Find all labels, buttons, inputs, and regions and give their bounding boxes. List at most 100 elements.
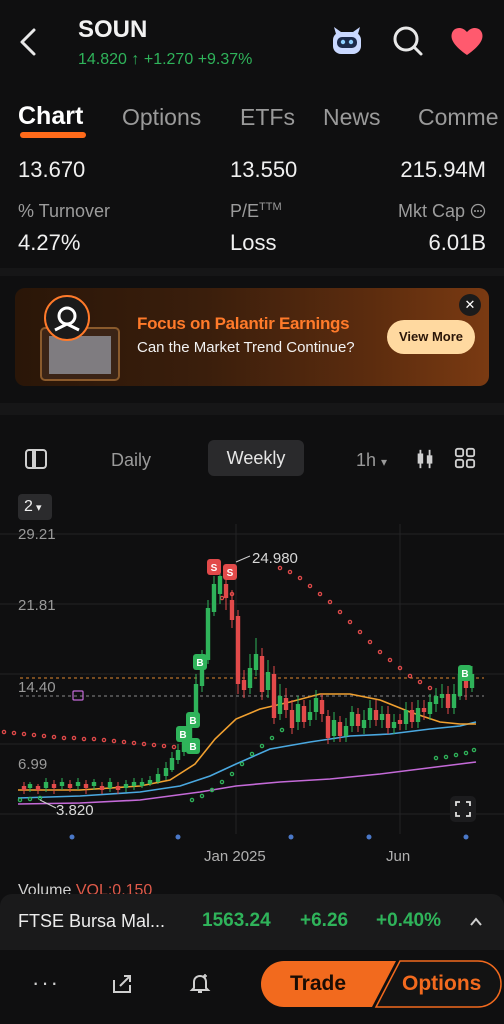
- candle-body: [289, 710, 295, 728]
- svg-text:B: B: [461, 669, 468, 680]
- sidebar-toggle-icon[interactable]: [24, 447, 48, 471]
- candle-body: [265, 672, 271, 690]
- candle-body: [397, 720, 403, 724]
- sell-signal-marker: S: [223, 564, 237, 580]
- buy-signal-marker: B: [186, 738, 200, 754]
- candle-body: [169, 758, 175, 770]
- alert-bell-icon[interactable]: [188, 970, 212, 996]
- price-change: +1.270: [143, 51, 194, 68]
- heart-icon[interactable]: [448, 22, 486, 60]
- candle-body: [75, 782, 81, 786]
- price-chart[interactable]: S S B B B B B 24.980 3.820 29.21 21.81 1…: [0, 524, 504, 884]
- low-price-label: 3.820: [56, 802, 94, 819]
- period-weekly[interactable]: Weekly: [208, 440, 304, 476]
- stat-mktcap: 6.01B: [428, 230, 487, 255]
- stat-mktcap-label[interactable]: Mkt Cap: [398, 201, 486, 222]
- candle-body: [271, 674, 277, 718]
- promo-banner[interactable]: Focus on Palantir Earnings Can the Marke…: [15, 288, 489, 386]
- high-price-label: 24.980: [252, 550, 298, 567]
- options-button[interactable]: Options: [402, 972, 481, 996]
- index-change-pct: +0.40%: [376, 910, 441, 931]
- candle-body: [349, 712, 355, 726]
- section-divider: [0, 268, 504, 276]
- candle-body: [59, 782, 65, 786]
- candle-body: [259, 656, 265, 692]
- candle-body: [343, 726, 349, 736]
- tab-etfs[interactable]: ETFs: [240, 104, 295, 131]
- svg-text:B: B: [179, 730, 186, 741]
- palantir-logo-icon: [40, 295, 120, 381]
- stat-turnover-label: % Turnover: [18, 201, 111, 221]
- stat-turnover: 4.27%: [18, 230, 81, 255]
- banner-close-button[interactable]: ✕: [459, 294, 481, 316]
- candle-body: [313, 698, 319, 712]
- svg-text:B: B: [189, 716, 196, 727]
- candle-body: [301, 706, 307, 722]
- candle-body: [107, 782, 113, 788]
- x-tick-label: Jun: [386, 848, 410, 865]
- candle-body: [247, 668, 253, 688]
- tab-comments[interactable]: Comme: [418, 104, 499, 131]
- price-change-pct: +9.37%: [197, 51, 253, 68]
- share-icon[interactable]: [110, 972, 134, 996]
- candle-body: [295, 704, 301, 722]
- tab-options[interactable]: Options: [122, 104, 201, 131]
- back-arrow-icon[interactable]: [14, 24, 44, 60]
- view-more-button[interactable]: View More: [387, 320, 475, 354]
- price-quote: 14.820 ↑ +1.270 +9.37%: [78, 51, 252, 69]
- y-tick-label: 6.99: [18, 756, 47, 773]
- buy-signal-marker: B: [186, 712, 200, 728]
- trade-button[interactable]: Trade: [290, 972, 346, 996]
- candle-body: [283, 698, 289, 710]
- index-change: +6.26: [300, 910, 349, 931]
- stat-pe: Loss: [230, 230, 277, 255]
- fullscreen-icon[interactable]: [450, 796, 476, 822]
- search-icon[interactable]: [389, 22, 427, 60]
- candle-body: [229, 600, 235, 620]
- buy-signal-marker: B: [193, 654, 207, 670]
- layout-grid-icon[interactable]: [454, 447, 476, 469]
- candle-body: [403, 710, 409, 724]
- sell-signal-marker: S: [207, 559, 221, 575]
- candlestick-type-icon[interactable]: [414, 447, 436, 471]
- svg-text:S: S: [227, 568, 234, 579]
- more-icon[interactable]: ···: [32, 970, 60, 996]
- last-price: 14.820: [78, 51, 127, 68]
- candle-body: [385, 714, 391, 728]
- candle-body: [409, 710, 415, 722]
- chevron-up-icon[interactable]: [468, 914, 484, 930]
- candle-body: [175, 750, 181, 760]
- candle-body: [211, 584, 217, 612]
- tab-news[interactable]: News: [323, 104, 381, 131]
- candle-body: [43, 782, 49, 788]
- candle-body: [337, 722, 343, 736]
- candle-body: [373, 710, 379, 720]
- ticker-symbol: SOUN: [78, 16, 148, 43]
- info-circle-icon[interactable]: [470, 203, 486, 219]
- candle-body: [253, 654, 259, 670]
- candle-body: [415, 708, 421, 722]
- candle-body: [391, 722, 397, 728]
- stat-volume: 215.94M: [400, 157, 486, 182]
- stat-pe-label: P/ETTM: [230, 201, 282, 221]
- candle-body: [427, 702, 433, 714]
- period-1h[interactable]: 1h ▾: [356, 450, 387, 471]
- candle-body: [235, 616, 241, 684]
- indicator-level-dropdown[interactable]: 2 ▾: [18, 494, 52, 520]
- candle-body: [307, 712, 313, 720]
- candle-body: [439, 694, 445, 698]
- robot-assistant-icon[interactable]: [328, 22, 366, 60]
- candle-body: [123, 784, 129, 788]
- candle-body: [355, 714, 361, 726]
- candle-body: [51, 784, 57, 788]
- candle-body: [277, 696, 283, 714]
- up-arrow-icon: ↑: [131, 51, 140, 68]
- market-ticker-strip[interactable]: FTSE Bursa Mal... 1563.24 +6.26 +0.40%: [0, 894, 504, 950]
- period-daily[interactable]: Daily: [111, 450, 151, 471]
- candle-body: [21, 786, 27, 790]
- tab-chart[interactable]: Chart: [18, 102, 83, 131]
- candle-body: [319, 700, 325, 714]
- candle-body: [99, 786, 105, 790]
- candle-body: [223, 584, 229, 598]
- candle-body: [163, 768, 169, 776]
